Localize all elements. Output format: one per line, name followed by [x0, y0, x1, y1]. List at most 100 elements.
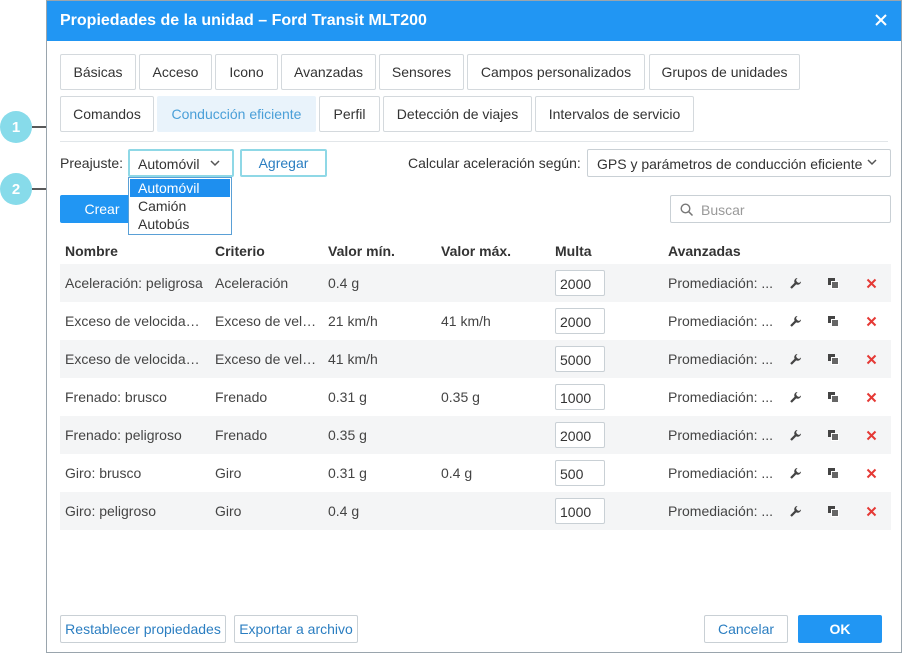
delete-icon[interactable]	[865, 315, 878, 328]
preset-option-automovil[interactable]: Automóvil	[130, 179, 230, 197]
close-icon[interactable]	[871, 10, 891, 30]
cell-criterion: Exceso de velo...	[215, 351, 320, 367]
ok-button[interactable]: OK	[798, 615, 882, 643]
wrench-icon[interactable]	[789, 353, 802, 366]
cell-min: 0.4 g	[328, 275, 360, 291]
cell-min: 0.31 g	[328, 465, 367, 481]
column-header-avanzadas: Avanzadas	[668, 243, 741, 259]
fine-input[interactable]: 2000	[555, 422, 605, 448]
preset-select-value: Automóvil	[138, 156, 200, 172]
cell-min: 0.35 g	[328, 427, 367, 443]
table-row[interactable]: Exceso de velocidad:... Exceso de velo..…	[60, 340, 891, 378]
cell-min: 0.31 g	[328, 389, 367, 405]
delete-icon[interactable]	[865, 505, 878, 518]
preset-option-autobus[interactable]: Autobús	[130, 215, 230, 233]
cell-criterion: Frenado	[215, 389, 268, 405]
add-preset-button[interactable]: Agregar	[240, 149, 327, 177]
delete-icon[interactable]	[865, 429, 878, 442]
delete-icon[interactable]	[865, 277, 878, 290]
copy-icon[interactable]	[827, 277, 840, 290]
fine-input[interactable]: 5000	[555, 346, 605, 372]
tab-deteccion-de-viajes[interactable]: Detección de viajes	[383, 96, 532, 132]
cell-name: Giro: brusco	[65, 465, 142, 481]
copy-icon[interactable]	[827, 467, 840, 480]
wrench-icon[interactable]	[789, 315, 802, 328]
column-header-criterio: Criterio	[215, 243, 265, 259]
cell-criterion: Aceleración	[215, 275, 289, 291]
tab-intervalos-de-servicio[interactable]: Intervalos de servicio	[535, 96, 694, 132]
acceleration-select-value: GPS y parámetros de conducción eficiente	[597, 156, 863, 172]
copy-icon[interactable]	[827, 315, 840, 328]
wrench-icon[interactable]	[789, 467, 802, 480]
fine-input[interactable]: 2000	[555, 270, 605, 296]
preset-select[interactable]: Automóvil	[128, 149, 234, 177]
acceleration-label: Calcular aceleración según:	[408, 155, 581, 171]
column-header-valor-min: Valor mín.	[328, 243, 395, 259]
copy-icon[interactable]	[827, 505, 840, 518]
copy-icon[interactable]	[827, 429, 840, 442]
cell-advanced: Promediación: ...	[668, 389, 774, 405]
tab-basicas[interactable]: Básicas	[60, 54, 136, 90]
cell-name: Exceso de velocidad:...	[65, 313, 207, 329]
table-row[interactable]: Exceso de velocidad:... Exceso de velo..…	[60, 302, 891, 340]
reset-properties-button[interactable]: Restablecer propiedades	[60, 615, 226, 643]
cell-criterion: Giro	[215, 465, 242, 481]
cell-criterion: Giro	[215, 503, 242, 519]
chevron-down-icon	[210, 160, 220, 167]
preset-dropdown-list: Automóvil Camión Autobús	[128, 177, 232, 235]
search-input[interactable]: Buscar	[670, 195, 891, 223]
tab-perfil[interactable]: Perfil	[319, 96, 380, 132]
preset-option-camion[interactable]: Camión	[130, 197, 230, 215]
column-header-multa: Multa	[555, 243, 592, 259]
search-icon	[680, 203, 694, 217]
cancel-button[interactable]: Cancelar	[704, 615, 788, 643]
wrench-icon[interactable]	[789, 505, 802, 518]
table-row[interactable]: Frenado: brusco Frenado 0.31 g 0.35 g 10…	[60, 378, 891, 416]
tabs-divider	[60, 141, 888, 142]
wrench-icon[interactable]	[789, 277, 802, 290]
tab-avanzadas[interactable]: Avanzadas	[281, 54, 376, 90]
tab-sensores[interactable]: Sensores	[379, 54, 464, 90]
cell-criterion: Exceso de velo...	[215, 313, 320, 329]
cell-min: 21 km/h	[328, 313, 378, 329]
fine-input[interactable]: 1000	[555, 498, 605, 524]
table-row[interactable]: Aceleración: peligrosa Aceleración 0.4 g…	[60, 264, 891, 302]
unit-properties-dialog: Propiedades de la unidad – Ford Transit …	[46, 0, 902, 653]
wrench-icon[interactable]	[789, 391, 802, 404]
cell-advanced: Promediación: ...	[668, 427, 774, 443]
table-row[interactable]: Frenado: peligroso Frenado 0.35 g 2000 P…	[60, 416, 891, 454]
export-to-file-button[interactable]: Exportar a archivo	[234, 615, 358, 643]
tab-conduccion-eficiente[interactable]: Conducción eficiente	[157, 96, 316, 132]
cell-min: 41 km/h	[328, 351, 378, 367]
cell-advanced: Promediación: ...	[668, 351, 774, 367]
cell-advanced: Promediación: ...	[668, 465, 774, 481]
cell-name: Frenado: peligroso	[65, 427, 182, 443]
cell-name: Frenado: brusco	[65, 389, 167, 405]
tab-icono[interactable]: Icono	[215, 54, 278, 90]
tab-campos-personalizados[interactable]: Campos personalizados	[467, 54, 645, 90]
wrench-icon[interactable]	[789, 429, 802, 442]
table-row[interactable]: Giro: peligroso Giro 0.4 g 1000 Promedia…	[60, 492, 891, 530]
cell-advanced: Promediación: ...	[668, 503, 774, 519]
fine-input[interactable]: 2000	[555, 308, 605, 334]
acceleration-select[interactable]: GPS y parámetros de conducción eficiente	[587, 149, 891, 177]
fine-input[interactable]: 500	[555, 460, 605, 486]
column-header-nombre: Nombre	[65, 243, 118, 259]
tab-grupos-de-unidades[interactable]: Grupos de unidades	[649, 54, 800, 90]
copy-icon[interactable]	[827, 353, 840, 366]
dialog-titlebar: Propiedades de la unidad – Ford Transit …	[47, 1, 901, 41]
tab-comandos[interactable]: Comandos	[60, 96, 154, 132]
delete-icon[interactable]	[865, 353, 878, 366]
delete-icon[interactable]	[865, 467, 878, 480]
tab-acceso[interactable]: Acceso	[139, 54, 212, 90]
delete-icon[interactable]	[865, 391, 878, 404]
fine-input[interactable]: 1000	[555, 384, 605, 410]
table-row[interactable]: Giro: brusco Giro 0.31 g 0.4 g 500 Prome…	[60, 454, 891, 492]
cell-max: 41 km/h	[441, 313, 491, 329]
callout-badge-1: 1	[0, 111, 32, 143]
cell-max: 0.35 g	[441, 389, 480, 405]
copy-icon[interactable]	[827, 391, 840, 404]
cell-name: Giro: peligroso	[65, 503, 157, 519]
search-placeholder: Buscar	[701, 202, 745, 218]
column-header-valor-max: Valor máx.	[441, 243, 512, 259]
